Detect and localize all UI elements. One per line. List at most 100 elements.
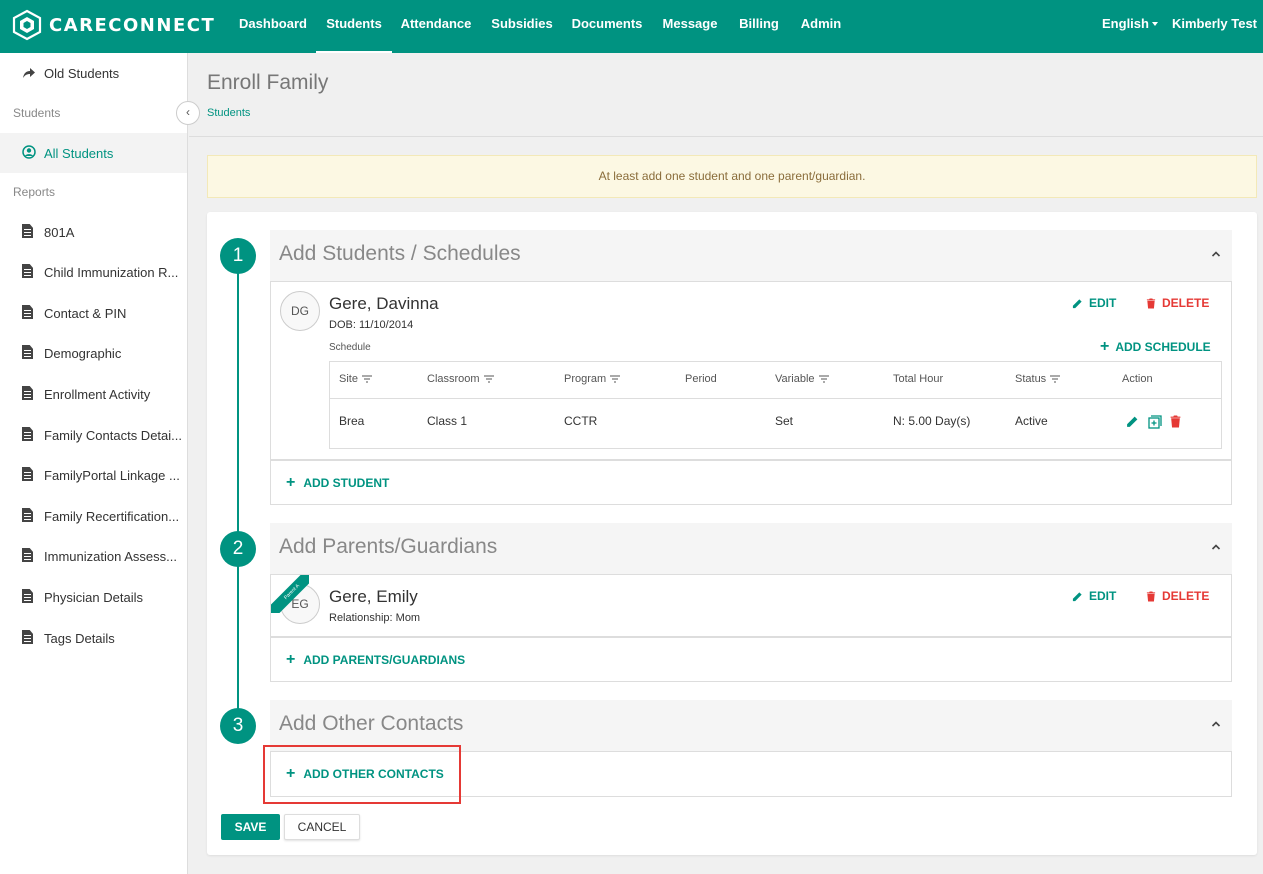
top-navbar: CARECONNECT Dashboard Students Attendanc… (0, 0, 1263, 73)
document-icon (22, 345, 36, 361)
add-student-row (270, 460, 1232, 505)
student-avatar: DG (280, 291, 320, 331)
chevron-up-icon[interactable] (1208, 246, 1224, 262)
table-header-row: Site Classroom Program Period Variable T… (329, 361, 1222, 399)
sidebar-section-students: Students (13, 106, 61, 120)
document-icon (22, 630, 36, 646)
section-title: Add Other Contacts (279, 712, 464, 735)
column-header-variable[interactable]: Variable (765, 361, 883, 399)
sidebar-item-label: 801A (44, 224, 75, 240)
plus-icon: + (1100, 338, 1110, 355)
column-header-status[interactable]: Status (1005, 361, 1112, 399)
trash-icon (1146, 590, 1156, 602)
column-header-program[interactable]: Program (554, 361, 675, 399)
language-dropdown[interactable]: English (1100, 0, 1160, 53)
nav-admin[interactable]: Admin (796, 0, 846, 53)
breadcrumb-students[interactable]: Students (207, 107, 250, 119)
sidebar-item-report[interactable]: FamilyPortal Linkage ... (0, 455, 187, 495)
filter-icon[interactable] (610, 375, 621, 383)
cell-status: Active (1015, 414, 1048, 429)
chevron-up-icon[interactable] (1208, 539, 1224, 555)
sidebar-item-report[interactable]: Tags Details (0, 618, 187, 658)
add-parents-button[interactable]: + ADD PARENTS/GUARDIANS (286, 652, 465, 668)
filter-icon[interactable] (361, 375, 372, 383)
section-title: Add Parents/Guardians (279, 535, 498, 558)
delete-student-button[interactable]: DELETE (1146, 296, 1209, 310)
sidebar-item-label: Family Recertification... (44, 508, 180, 524)
filter-icon[interactable] (483, 375, 494, 383)
nav-documents[interactable]: Documents (568, 0, 646, 53)
step-3-circle: 3 (220, 708, 256, 744)
save-button[interactable]: SAVE (221, 814, 280, 840)
nav-dashboard[interactable]: Dashboard (236, 0, 310, 53)
sidebar-item-label: Tags Details (44, 630, 115, 646)
add-student-button[interactable]: + ADD STUDENT (286, 475, 389, 491)
edit-student-button[interactable]: EDIT (1072, 296, 1116, 310)
nav-message[interactable]: Message (657, 0, 723, 53)
cancel-button[interactable]: CANCEL (284, 814, 360, 840)
delete-parent-button[interactable]: DELETE (1146, 589, 1209, 603)
column-header-total-hour: Total Hour (883, 361, 1005, 399)
section-parents-header[interactable]: Add Parents/Guardians (270, 523, 1232, 574)
sidebar-item-report[interactable]: Family Contacts Detai... (0, 415, 187, 455)
delete-trash-icon[interactable] (1170, 415, 1181, 428)
parent-relationship: Relationship: Mom (329, 612, 421, 624)
sidebar-item-label: Child Immunization R... (44, 264, 179, 280)
step-1-circle: 1 (220, 238, 256, 274)
edit-pencil-icon[interactable] (1126, 415, 1139, 428)
step-2-circle: 2 (220, 531, 256, 567)
stepper-line (237, 256, 239, 726)
sidebar-item-all-students[interactable]: All Students (0, 133, 187, 173)
sidebar: Old Students Students All Students Repor… (0, 53, 188, 874)
cell-period (675, 398, 765, 444)
chevron-up-icon[interactable] (1208, 716, 1224, 732)
section-other-contacts-header[interactable]: Add Other Contacts (270, 700, 1232, 751)
sidebar-item-label: Physician Details (44, 589, 143, 605)
sidebar-item-old-students[interactable]: Old Students (0, 53, 187, 93)
highlight-box (263, 745, 461, 804)
edit-parent-button[interactable]: EDIT (1072, 589, 1116, 603)
user-circle-icon (22, 145, 36, 159)
nav-attendance[interactable]: Attendance (398, 0, 474, 53)
language-label: English (1102, 16, 1149, 31)
sidebar-collapse-button[interactable]: ‹ (176, 101, 200, 125)
schedule-label: Schedule (329, 342, 371, 353)
delete-label: DELETE (1162, 296, 1210, 310)
filter-icon[interactable] (818, 375, 829, 383)
sidebar-item-report[interactable]: 801A (0, 212, 187, 252)
section-title: Add Students / Schedules (279, 242, 521, 265)
sidebar-item-report[interactable]: Enrollment Activity (0, 374, 187, 414)
sidebar-item-report[interactable]: Demographic (0, 333, 187, 373)
sidebar-item-report[interactable]: Immunization Assess... (0, 536, 187, 576)
filter-icon[interactable] (1050, 375, 1061, 383)
column-header-classroom[interactable]: Classroom (417, 361, 554, 399)
sidebar-item-report[interactable]: Family Recertification... (0, 496, 187, 536)
sidebar-item-report[interactable]: Physician Details (0, 577, 187, 617)
add-schedule-button[interactable]: + ADD SCHEDULE (1100, 339, 1211, 355)
sidebar-item-label: All Students (44, 145, 114, 161)
section-students-header[interactable]: Add Students / Schedules (270, 230, 1232, 281)
nav-subsidies[interactable]: Subsidies (487, 0, 557, 53)
nav-billing[interactable]: Billing (734, 0, 784, 53)
nav-students[interactable]: Students (316, 0, 392, 53)
info-alert: At least add one student and one parent/… (207, 155, 1257, 198)
document-icon (22, 386, 36, 402)
add-student-label: ADD STUDENT (303, 476, 390, 490)
sidebar-item-report[interactable]: Child Immunization R... (0, 252, 187, 292)
cell-site: Brea (339, 414, 365, 429)
duplicate-icon[interactable] (1148, 415, 1162, 429)
document-icon (22, 548, 36, 564)
cell-program: CCTR (564, 414, 598, 429)
schedule-table: Site Classroom Program Period Variable T… (329, 361, 1222, 444)
column-header-site[interactable]: Site (329, 361, 417, 399)
sidebar-item-report[interactable]: Contact & PIN (0, 293, 187, 333)
parent-name[interactable]: Gere, Emily (329, 587, 418, 607)
sidebar-item-label: Immunization Assess... (44, 548, 177, 564)
student-name[interactable]: Gere, Davinna (329, 294, 439, 314)
add-schedule-label: ADD SCHEDULE (1115, 340, 1211, 354)
brand-logo[interactable]: CARECONNECT (11, 9, 215, 41)
user-name: Kimberly Test (1172, 16, 1258, 31)
table-row: Brea Class 1 CCTR Set N: 5.00 Day(s) Act… (329, 398, 1222, 444)
user-menu[interactable]: Kimberly Test (1172, 0, 1263, 73)
chevron-left-icon: ‹ (186, 105, 190, 119)
